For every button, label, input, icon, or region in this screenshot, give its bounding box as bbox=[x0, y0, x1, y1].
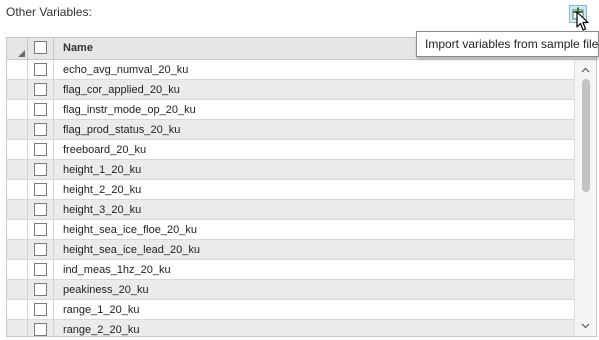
variable-name: range_2_20_ku bbox=[63, 324, 140, 336]
row-checkbox-cell bbox=[28, 320, 54, 336]
row-checkbox[interactable] bbox=[34, 163, 47, 176]
variable-name: height_2_20_ku bbox=[63, 184, 142, 196]
variable-name: height_sea_ice_floe_20_ku bbox=[63, 224, 197, 236]
header-checkbox-cell bbox=[28, 38, 54, 59]
row-checkbox-cell bbox=[28, 220, 54, 240]
table-row[interactable]: flag_cor_applied_20_ku bbox=[7, 80, 574, 100]
table-row[interactable]: height_sea_ice_floe_20_ku bbox=[7, 220, 574, 240]
table-row[interactable]: flag_instr_mode_op_20_ku bbox=[7, 100, 574, 120]
scroll-down-button[interactable] bbox=[575, 318, 596, 334]
table-row[interactable]: peakiness_20_ku bbox=[7, 280, 574, 300]
select-all-corner[interactable] bbox=[7, 38, 28, 59]
row-checkbox-cell bbox=[28, 180, 54, 200]
variable-name: freeboard_20_ku bbox=[63, 144, 147, 156]
variables-table: Name echo_avg_numval_20_ku flag_cor_appli… bbox=[6, 37, 597, 337]
vertical-scrollbar[interactable] bbox=[574, 60, 596, 336]
row-checkbox-cell bbox=[28, 140, 54, 160]
variable-name: flag_instr_mode_op_20_ku bbox=[63, 104, 196, 116]
variable-name: ind_meas_1hz_20_ku bbox=[63, 264, 171, 276]
row-checkbox-cell bbox=[28, 100, 54, 120]
row-header-cell[interactable] bbox=[7, 300, 28, 320]
variable-name: flag_cor_applied_20_ku bbox=[63, 84, 180, 96]
row-header-cell[interactable] bbox=[7, 180, 28, 200]
variable-name: height_sea_ice_lead_20_ku bbox=[63, 244, 201, 256]
row-header-cell[interactable] bbox=[7, 80, 28, 100]
other-variables-label: Other Variables: bbox=[6, 5, 92, 19]
table-row[interactable]: height_1_20_ku bbox=[7, 160, 574, 180]
row-header-cell[interactable] bbox=[7, 140, 28, 160]
name-column-header[interactable]: Name bbox=[63, 42, 93, 54]
table-row[interactable]: range_1_20_ku bbox=[7, 300, 574, 320]
row-checkbox[interactable] bbox=[34, 203, 47, 216]
mouse-pointer-icon bbox=[576, 11, 589, 31]
scroll-up-button[interactable] bbox=[575, 62, 596, 78]
row-checkbox[interactable] bbox=[34, 263, 47, 276]
table-row[interactable]: flag_prod_status_20_ku bbox=[7, 120, 574, 140]
variable-name: height_3_20_ku bbox=[63, 204, 142, 216]
row-checkbox-cell bbox=[28, 60, 54, 80]
chevron-up-icon bbox=[581, 67, 590, 73]
row-header-cell[interactable] bbox=[7, 100, 28, 120]
row-checkbox[interactable] bbox=[34, 103, 47, 116]
variable-name: height_1_20_ku bbox=[63, 164, 142, 176]
variable-name: echo_avg_numval_20_ku bbox=[63, 64, 189, 76]
table-row[interactable]: height_2_20_ku bbox=[7, 180, 574, 200]
chevron-down-icon bbox=[581, 323, 590, 329]
row-header-cell[interactable] bbox=[7, 200, 28, 220]
row-checkbox[interactable] bbox=[34, 303, 47, 316]
table-row[interactable]: range_2_20_ku bbox=[7, 320, 574, 336]
row-checkbox-cell bbox=[28, 260, 54, 280]
row-checkbox[interactable] bbox=[34, 283, 47, 296]
row-checkbox-cell bbox=[28, 80, 54, 100]
row-header-cell[interactable] bbox=[7, 320, 28, 336]
row-header-cell[interactable] bbox=[7, 120, 28, 140]
row-checkbox[interactable] bbox=[34, 123, 47, 136]
table-row[interactable]: ind_meas_1hz_20_ku bbox=[7, 260, 574, 280]
import-tooltip: Import variables from sample file bbox=[416, 31, 599, 57]
row-checkbox[interactable] bbox=[34, 323, 47, 336]
row-header-cell[interactable] bbox=[7, 240, 28, 260]
scroll-thumb[interactable] bbox=[582, 79, 590, 192]
row-checkbox-cell bbox=[28, 200, 54, 220]
row-checkbox-cell bbox=[28, 240, 54, 260]
row-checkbox-cell bbox=[28, 120, 54, 140]
row-checkbox[interactable] bbox=[34, 143, 47, 156]
variable-name: range_1_20_ku bbox=[63, 304, 140, 316]
row-checkbox[interactable] bbox=[34, 243, 47, 256]
row-checkbox-cell bbox=[28, 300, 54, 320]
variable-name: peakiness_20_ku bbox=[63, 284, 149, 296]
row-checkbox[interactable] bbox=[34, 183, 47, 196]
corner-triangle-icon bbox=[18, 50, 25, 57]
row-header-cell[interactable] bbox=[7, 160, 28, 180]
row-header-cell[interactable] bbox=[7, 60, 28, 80]
row-checkbox[interactable] bbox=[34, 83, 47, 96]
row-checkbox-cell bbox=[28, 160, 54, 180]
row-checkbox-cell bbox=[28, 280, 54, 300]
variable-name: flag_prod_status_20_ku bbox=[63, 124, 181, 136]
select-all-checkbox[interactable] bbox=[34, 41, 47, 54]
table-row[interactable]: height_sea_ice_lead_20_ku bbox=[7, 240, 574, 260]
table-row[interactable]: echo_avg_numval_20_ku bbox=[7, 60, 574, 80]
row-header-cell[interactable] bbox=[7, 280, 28, 300]
row-header-cell[interactable] bbox=[7, 220, 28, 240]
table-row[interactable]: height_3_20_ku bbox=[7, 200, 574, 220]
table-body: echo_avg_numval_20_ku flag_cor_applied_20… bbox=[7, 60, 574, 336]
table-row[interactable]: freeboard_20_ku bbox=[7, 140, 574, 160]
row-checkbox[interactable] bbox=[34, 63, 47, 76]
row-checkbox[interactable] bbox=[34, 223, 47, 236]
row-header-cell[interactable] bbox=[7, 260, 28, 280]
